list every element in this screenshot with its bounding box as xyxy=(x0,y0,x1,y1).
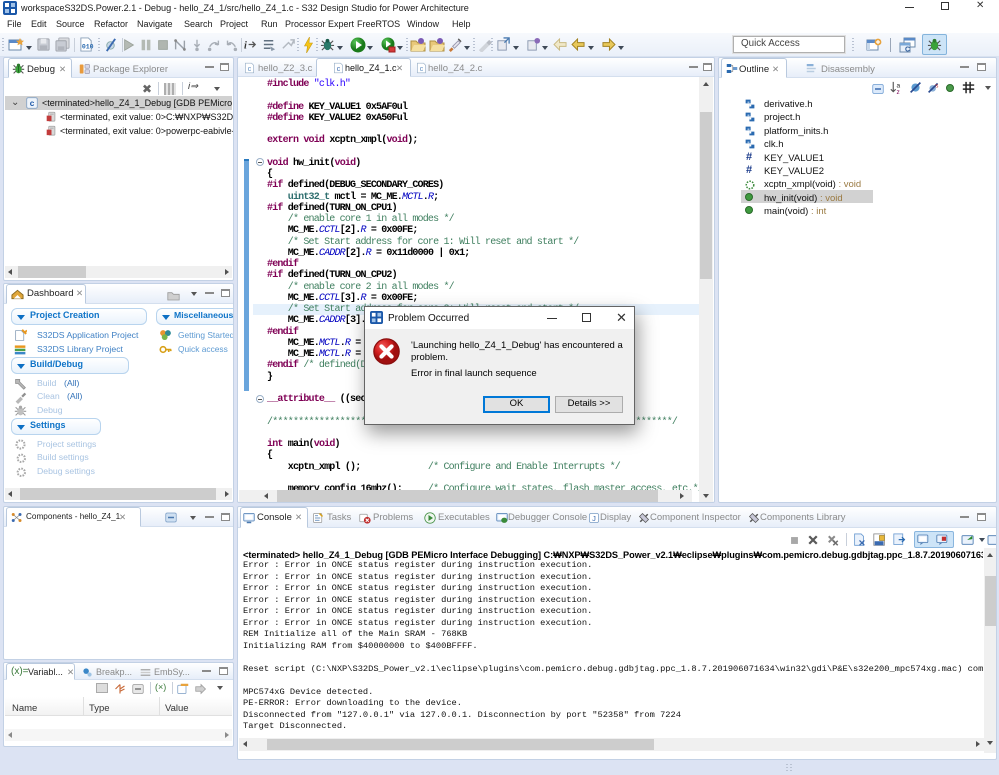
svg-text:c: c xyxy=(30,99,35,108)
svg-text:c: c xyxy=(420,66,424,73)
svg-text:010: 010 xyxy=(82,43,94,50)
svg-text:s: s xyxy=(935,83,939,90)
svg-text:c: c xyxy=(248,66,252,73)
svg-text:J: J xyxy=(592,514,596,523)
svg-text:z: z xyxy=(897,89,900,95)
svg-text:C: C xyxy=(905,47,910,54)
svg-text:c: c xyxy=(337,66,341,73)
svg-text:i: i xyxy=(244,40,247,51)
